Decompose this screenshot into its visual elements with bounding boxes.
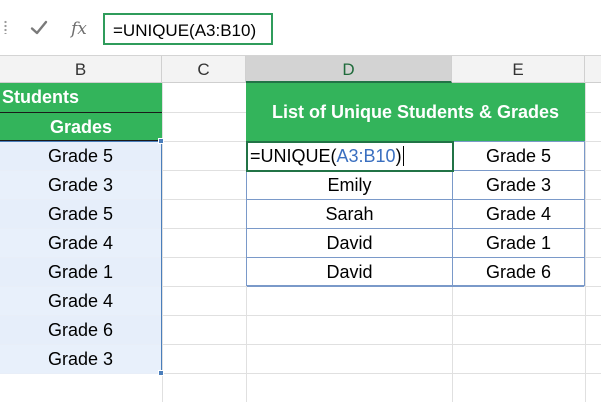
name-cell[interactable]: Sarah [247,200,453,228]
edit-cell-formula: =UNIQUE(A3:B10) [250,146,404,166]
grade-cell[interactable]: Grade 5 [0,142,161,171]
grade-cell[interactable]: Grade 3 [0,345,161,374]
spreadsheet-grid[interactable]: Students Grades Grade 5 Grade 3 Grade 5 … [0,83,601,402]
formula-bar: fx =UNIQUE(A3:B10) [0,0,601,56]
name-cell[interactable]: Emily [247,171,453,199]
range-handle-bottom[interactable] [158,370,164,376]
unique-list-table: Grade 5 Emily Grade 3 Sarah Grade 4 Davi… [246,141,585,287]
unique-list-title-cell[interactable]: List of Unique Students & Grades [246,83,585,141]
referenced-range[interactable]: Grade 5 Grade 3 Grade 5 Grade 4 Grade 1 … [0,141,162,374]
students-title-cell[interactable]: Students [0,83,162,112]
table-row: David Grade 6 [247,258,584,287]
range-handle-top[interactable] [158,138,164,144]
grade-result-cell[interactable]: Grade 4 [453,200,584,228]
grade-cell[interactable]: Grade 4 [0,229,161,258]
grade-cell[interactable]: Grade 1 [0,258,161,287]
grade-cell[interactable]: Grade 5 [0,200,161,229]
column-header-row: B C D E [0,56,601,83]
grade-cell[interactable]: Grade 3 [0,171,161,200]
checkmark-icon[interactable] [27,16,51,40]
svg-text:fx: fx [69,19,87,39]
table-row: Sarah Grade 4 [247,200,584,229]
grade-result-cell[interactable]: Grade 3 [453,171,584,199]
formula-input-box[interactable]: =UNIQUE(A3:B10) [103,13,273,45]
active-edit-cell[interactable]: =UNIQUE(A3:B10) [246,141,454,172]
grade-cell[interactable]: Grade 4 [0,287,161,316]
column-header-b[interactable]: B [0,56,162,83]
table-row: David Grade 1 [247,229,584,258]
grade-cell[interactable]: Grade 6 [0,316,161,345]
column-header-c[interactable]: C [162,56,246,83]
grades-header-cell[interactable]: Grades [0,112,162,141]
name-cell[interactable]: David [247,258,453,286]
grade-result-cell[interactable]: Grade 6 [453,258,584,286]
column-header-e[interactable]: E [452,56,585,83]
column-header-d[interactable]: D [246,56,452,83]
name-cell[interactable]: David [247,229,453,257]
formula-text: =UNIQUE(A3:B10) [113,21,257,40]
formula-input[interactable]: =UNIQUE(A3:B10) [100,13,601,45]
formula-bar-grip[interactable] [0,0,12,56]
range-reference: A3:B10 [336,146,396,166]
grade-result-cell[interactable]: Grade 1 [453,229,584,257]
insert-function-icon[interactable]: fx [68,16,92,40]
table-row: Emily Grade 3 [247,171,584,200]
text-caret [402,146,404,166]
grade-result-cell[interactable]: Grade 5 [453,142,584,170]
